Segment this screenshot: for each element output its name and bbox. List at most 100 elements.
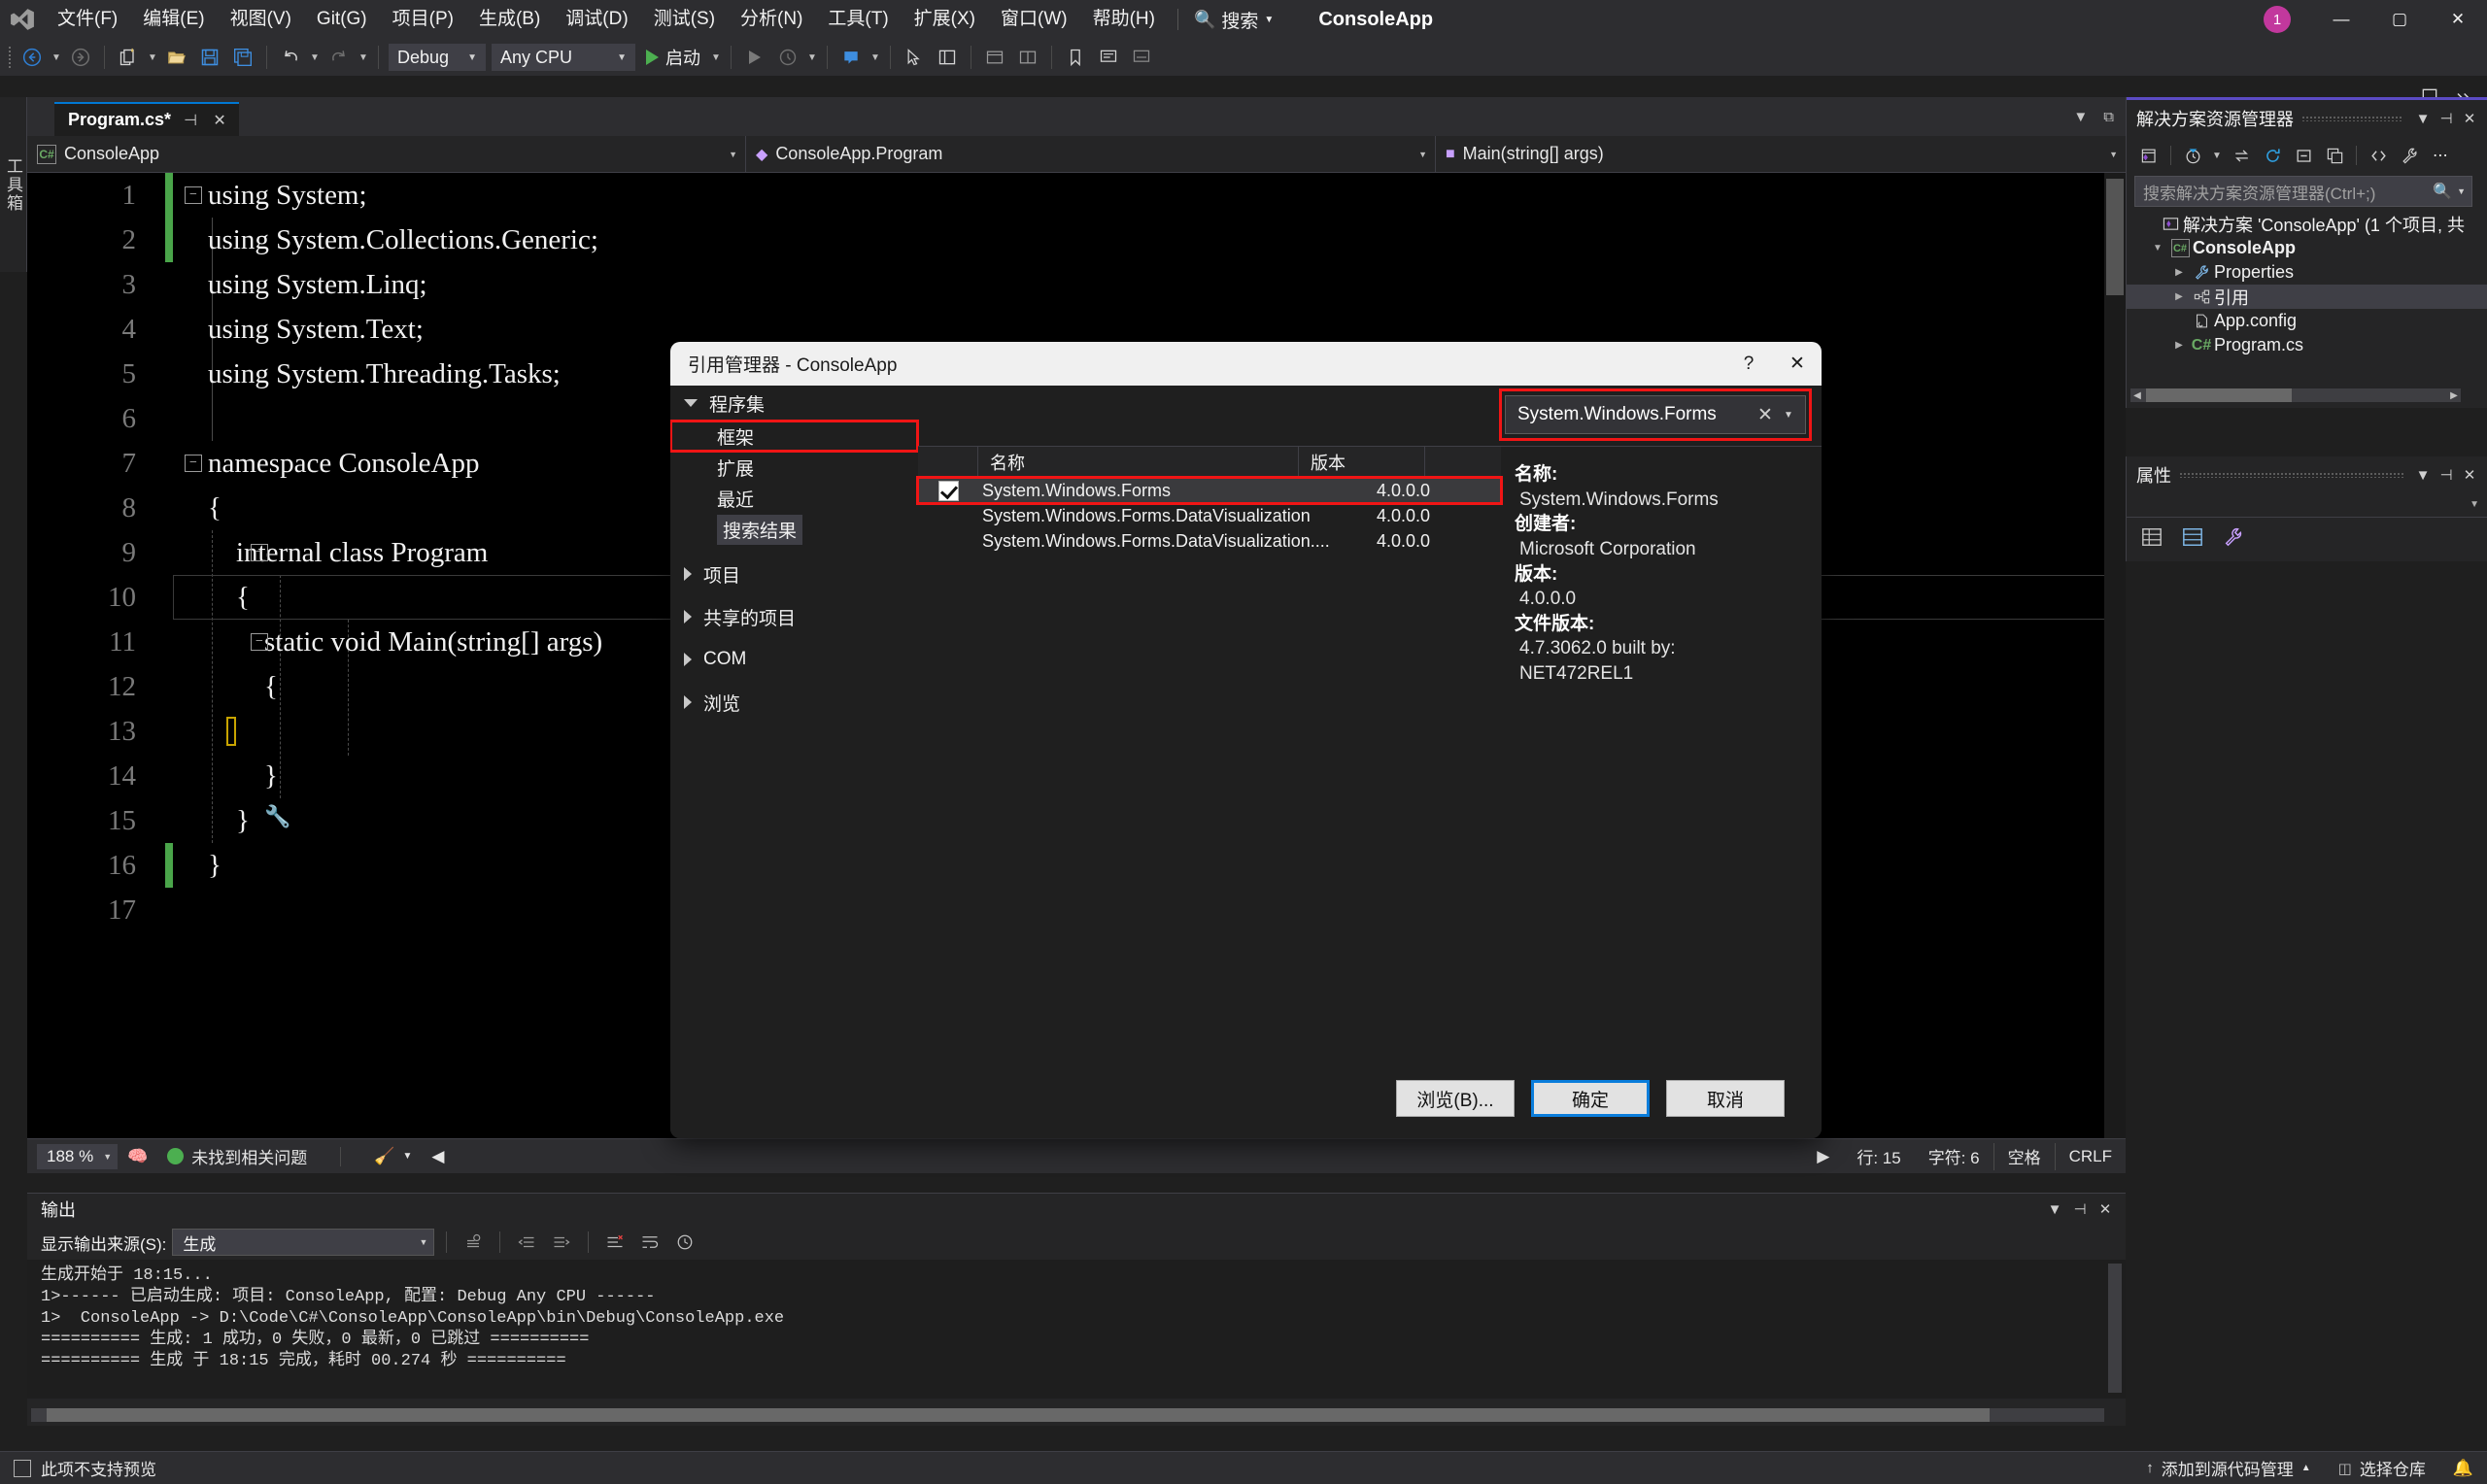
categorized-view-icon[interactable] bbox=[2134, 521, 2169, 554]
split-window-icon[interactable] bbox=[1011, 41, 1044, 74]
row-checkbox[interactable] bbox=[918, 506, 978, 526]
category-recent[interactable]: 最近 bbox=[670, 483, 918, 514]
window-layout-icon[interactable] bbox=[978, 41, 1011, 74]
close-button[interactable]: ✕ bbox=[2429, 0, 2487, 39]
uncomment-icon[interactable] bbox=[1125, 41, 1158, 74]
category-search-results[interactable]: 搜索结果 bbox=[670, 514, 918, 545]
start-without-debugging-icon[interactable] bbox=[738, 41, 771, 74]
nav-member-dropdown[interactable]: ■ Main(string[] args) ▼ bbox=[1436, 136, 2126, 173]
fold-toggle[interactable]: − bbox=[183, 173, 204, 218]
new-item-icon[interactable] bbox=[112, 41, 145, 74]
select-repository-button[interactable]: ◫ 选择仓库 bbox=[2325, 1452, 2439, 1484]
go-to-next-icon[interactable] bbox=[547, 1228, 576, 1257]
view-code-icon[interactable] bbox=[2364, 141, 2393, 170]
navigate-backward-dropdown[interactable]: ▼ bbox=[49, 41, 64, 74]
line-ending-mode[interactable]: CRLF bbox=[2054, 1142, 2126, 1170]
output-text-area[interactable]: 生成开始于 18:15... 1>------ 已启动生成: 项目: Conso… bbox=[27, 1260, 2126, 1399]
pending-changes-icon[interactable] bbox=[2178, 141, 2207, 170]
layout-panel-icon[interactable] bbox=[931, 41, 964, 74]
tree-expander[interactable]: ▶ bbox=[2169, 267, 2189, 278]
menu-test[interactable]: 测试(S) bbox=[641, 0, 728, 39]
close-icon[interactable]: ✕ bbox=[2458, 110, 2481, 127]
fold-toggle[interactable]: − bbox=[249, 620, 270, 664]
category-framework[interactable]: 框架 bbox=[670, 420, 919, 453]
scroll-right-icon[interactable]: ▶ bbox=[1803, 1147, 1843, 1166]
menu-extensions[interactable]: 扩展(X) bbox=[902, 0, 988, 39]
navigate-backward-icon[interactable] bbox=[16, 41, 49, 74]
chevron-down-icon[interactable]: ▼ bbox=[2042, 1201, 2067, 1218]
category-assemblies[interactable]: 程序集 bbox=[670, 386, 918, 421]
menu-help[interactable]: 帮助(H) bbox=[1080, 0, 1168, 39]
start-dropdown[interactable]: ▼ bbox=[708, 41, 724, 74]
scroll-left-icon[interactable]: ◀ bbox=[2130, 390, 2144, 401]
close-icon[interactable]: ✕ bbox=[2458, 466, 2481, 484]
category-com[interactable]: COM bbox=[670, 642, 918, 677]
pending-changes-dropdown[interactable]: ▼ bbox=[2209, 139, 2225, 172]
tree-item-app-config[interactable]: App.config bbox=[2127, 309, 2487, 333]
toggle-word-wrap-icon[interactable] bbox=[635, 1228, 664, 1257]
tree-item-solution[interactable]: 解决方案 'ConsoleApp' (1 个项目, 共 bbox=[2127, 212, 2487, 236]
category-shared-projects[interactable]: 共享的项目 bbox=[670, 599, 918, 634]
menu-analyze[interactable]: 分析(N) bbox=[728, 0, 815, 39]
table-row[interactable]: System.Windows.Forms 4.0.0.0 bbox=[916, 476, 1503, 505]
bookmark-icon[interactable] bbox=[1059, 41, 1092, 74]
menu-file[interactable]: 文件(F) bbox=[45, 0, 130, 39]
cancel-button[interactable]: 取消 bbox=[1666, 1080, 1785, 1117]
pin-icon[interactable]: ⊣ bbox=[2067, 1200, 2093, 1218]
nav-type-dropdown[interactable]: ◆ ConsoleApp.Program ▼ bbox=[746, 135, 1436, 173]
help-button[interactable]: ? bbox=[1724, 342, 1773, 386]
solution-view-icon[interactable] bbox=[2134, 141, 2163, 170]
table-row[interactable]: System.Windows.Forms.DataVisualization 4… bbox=[918, 503, 1501, 528]
tab-list-dropdown-icon[interactable]: ▼ bbox=[2067, 109, 2094, 125]
tree-item-properties[interactable]: ▶ Properties bbox=[2127, 260, 2487, 285]
document-tab-program-cs[interactable]: Program.cs* ⊣ ✕ bbox=[54, 102, 240, 136]
start-debug-button[interactable]: 启动 bbox=[638, 41, 708, 74]
output-horizontal-scrollbar[interactable] bbox=[31, 1408, 2104, 1422]
menu-git[interactable]: Git(G) bbox=[304, 0, 380, 39]
drag-handle[interactable] bbox=[2301, 116, 2403, 121]
solution-search-input[interactable]: 搜索解决方案资源管理器(Ctrl+;) 🔍 ▼ bbox=[2134, 176, 2472, 207]
category-extensions[interactable]: 扩展 bbox=[670, 452, 918, 483]
chevron-down-icon[interactable]: ▼ bbox=[2470, 499, 2479, 510]
intellicode-icon[interactable]: 🧠 bbox=[118, 1147, 157, 1166]
dialog-search-input[interactable]: System.Windows.Forms ✕ ▼ bbox=[1505, 395, 1806, 434]
scroll-right-icon[interactable]: ▶ bbox=[2447, 390, 2461, 401]
panel-overflow-icon[interactable]: ⋯ bbox=[2426, 141, 2455, 170]
alphabetical-view-icon[interactable] bbox=[2175, 521, 2210, 554]
close-icon[interactable]: ✕ bbox=[210, 111, 229, 130]
menu-project[interactable]: 项目(P) bbox=[380, 0, 466, 39]
menu-debug[interactable]: 调试(D) bbox=[553, 0, 640, 39]
history-icon[interactable] bbox=[670, 1228, 699, 1257]
column-name[interactable]: 名称 bbox=[978, 446, 1299, 478]
platform-dropdown[interactable]: Any CPU ▼ bbox=[492, 44, 635, 71]
nav-project-dropdown[interactable]: C# ConsoleApp ▼ bbox=[27, 135, 746, 173]
find-message-icon[interactable] bbox=[459, 1228, 488, 1257]
toolbox-vertical-tab[interactable]: 工具箱 bbox=[0, 97, 27, 272]
collapse-all-icon[interactable] bbox=[2289, 141, 2318, 170]
clear-search-icon[interactable]: ✕ bbox=[1753, 404, 1778, 426]
tree-expander[interactable]: ▶ bbox=[2169, 340, 2189, 351]
undo-icon[interactable] bbox=[274, 41, 307, 74]
undo-dropdown[interactable]: ▼ bbox=[307, 41, 323, 74]
hot-reload-icon[interactable] bbox=[771, 41, 804, 74]
pin-icon[interactable]: ⊣ bbox=[2435, 110, 2458, 127]
split-editor-icon[interactable]: ⧉ bbox=[2097, 109, 2120, 125]
open-folder-icon[interactable] bbox=[160, 41, 193, 74]
minimize-button[interactable]: — bbox=[2312, 0, 2370, 39]
chevron-down-icon[interactable]: ▼ bbox=[2411, 111, 2435, 127]
chevron-down-icon[interactable]: ▼ bbox=[2411, 467, 2435, 484]
solution-horizontal-scrollbar[interactable]: ◀ ▶ bbox=[2130, 388, 2461, 402]
drag-handle[interactable] bbox=[2179, 472, 2403, 478]
notifications-bell-icon[interactable]: 🔔 bbox=[2439, 1452, 2487, 1484]
properties-wrench-icon[interactable] bbox=[2395, 141, 2424, 170]
row-checkbox[interactable] bbox=[918, 531, 978, 552]
show-all-files-icon[interactable] bbox=[2320, 141, 2349, 170]
dialog-close-button[interactable]: ✕ bbox=[1773, 342, 1822, 386]
menu-window[interactable]: 窗口(W) bbox=[988, 0, 1080, 39]
maximize-button[interactable]: ▢ bbox=[2370, 0, 2429, 39]
pin-icon[interactable]: ⊣ bbox=[181, 111, 200, 130]
category-browse[interactable]: 浏览 bbox=[670, 685, 918, 720]
zoom-level-dropdown[interactable]: 188 % ▼ bbox=[37, 1143, 119, 1169]
navigate-forward-icon[interactable] bbox=[64, 41, 97, 74]
chevron-down-icon[interactable]: ▼ bbox=[1778, 410, 1799, 421]
